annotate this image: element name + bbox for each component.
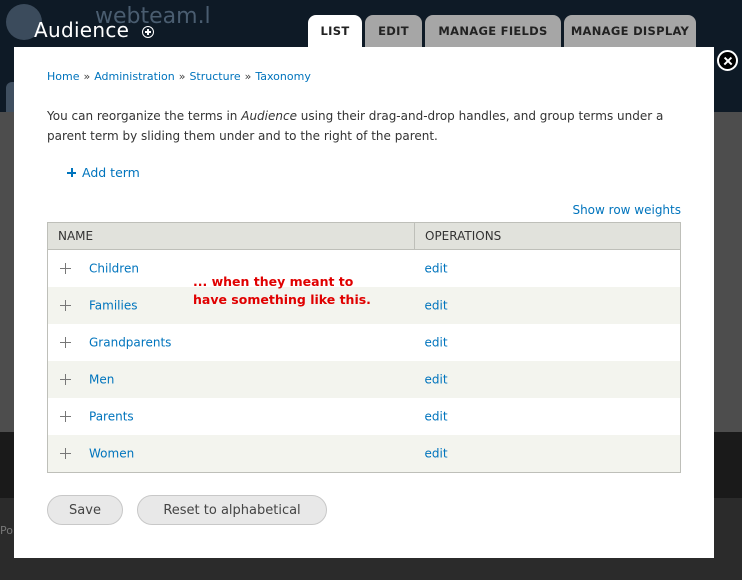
table-row: Men edit xyxy=(47,361,681,398)
term-name-cell: Women xyxy=(47,435,415,473)
add-shortcut-icon[interactable] xyxy=(142,26,154,38)
reset-alphabetical-button[interactable]: Reset to alphabetical xyxy=(137,495,327,525)
show-row-weights-link[interactable]: Show row weights xyxy=(572,203,681,217)
drag-handle-icon[interactable] xyxy=(60,448,71,460)
tab-manage-fields[interactable]: Manage fields xyxy=(425,15,561,47)
term-link[interactable]: Men xyxy=(89,373,114,387)
operations-cell: edit xyxy=(414,249,681,287)
table-row: Parents edit xyxy=(47,398,681,435)
help-text: You can reorganize the terms in Audience… xyxy=(47,106,687,146)
overlay-title: Audience xyxy=(34,18,130,42)
help-vocabulary-name: Audience xyxy=(241,109,297,123)
drag-handle-icon[interactable] xyxy=(60,374,71,386)
table-row: Grandparents edit xyxy=(47,324,681,361)
terms-table: Name Operations Children edit Families e… xyxy=(47,222,681,473)
term-name-cell: Grandparents xyxy=(47,324,415,361)
edit-link[interactable]: edit xyxy=(425,299,448,313)
tab-edit[interactable]: Edit xyxy=(365,15,422,47)
edit-link[interactable]: edit xyxy=(425,373,448,387)
add-term-label: Add term xyxy=(82,165,140,180)
edit-link[interactable]: edit xyxy=(425,410,448,424)
close-overlay-icon[interactable] xyxy=(717,50,738,71)
breadcrumb-administration[interactable]: Administration xyxy=(94,70,175,83)
background-footer-text: Po xyxy=(0,524,13,537)
overlay-panel: Home» Administration» Structure» Taxonomy Y… xyxy=(14,47,714,558)
operations-cell: edit xyxy=(414,435,681,473)
drag-handle-icon[interactable] xyxy=(60,300,71,312)
annotation-note: ... when they meant to have something li… xyxy=(193,273,393,309)
table-row: Women edit xyxy=(47,435,681,473)
annotation-line-1: ... when they meant to xyxy=(193,274,354,289)
term-link[interactable]: Women xyxy=(89,447,134,461)
table-header-row: Name Operations xyxy=(47,222,681,250)
term-link[interactable]: Children xyxy=(89,262,139,276)
tab-manage-display[interactable]: Manage display xyxy=(564,15,696,47)
edit-link[interactable]: edit xyxy=(425,262,448,276)
drag-handle-icon[interactable] xyxy=(60,263,71,275)
help-text-before: You can reorganize the terms in xyxy=(47,109,242,123)
tab-list[interactable]: List xyxy=(308,15,362,47)
operations-cell: edit xyxy=(414,324,681,361)
edit-link[interactable]: edit xyxy=(425,336,448,350)
plus-icon xyxy=(67,168,76,177)
column-header-operations: Operations xyxy=(414,222,681,250)
term-name-cell: Men xyxy=(47,361,415,398)
breadcrumb-separator: » xyxy=(83,70,91,83)
breadcrumb: Home» Administration» Structure» Taxonomy xyxy=(47,70,311,83)
operations-cell: edit xyxy=(414,287,681,324)
edit-link[interactable]: edit xyxy=(425,447,448,461)
column-header-name: Name xyxy=(47,222,415,250)
annotation-line-2: have something like this. xyxy=(193,292,371,307)
operations-cell: edit xyxy=(414,361,681,398)
term-name-cell: Parents xyxy=(47,398,415,435)
breadcrumb-separator: » xyxy=(178,70,186,83)
term-link[interactable]: Grandparents xyxy=(89,336,171,350)
breadcrumb-separator: » xyxy=(244,70,252,83)
operations-cell: edit xyxy=(414,398,681,435)
drag-handle-icon[interactable] xyxy=(60,337,71,349)
drag-handle-icon[interactable] xyxy=(60,411,71,423)
breadcrumb-taxonomy[interactable]: Taxonomy xyxy=(255,70,310,83)
save-button[interactable]: Save xyxy=(47,495,123,525)
breadcrumb-home[interactable]: Home xyxy=(47,70,79,83)
term-link[interactable]: Families xyxy=(89,299,137,313)
term-link[interactable]: Parents xyxy=(89,410,134,424)
breadcrumb-structure[interactable]: Structure xyxy=(189,70,240,83)
add-term-link[interactable]: Add term xyxy=(67,165,140,180)
